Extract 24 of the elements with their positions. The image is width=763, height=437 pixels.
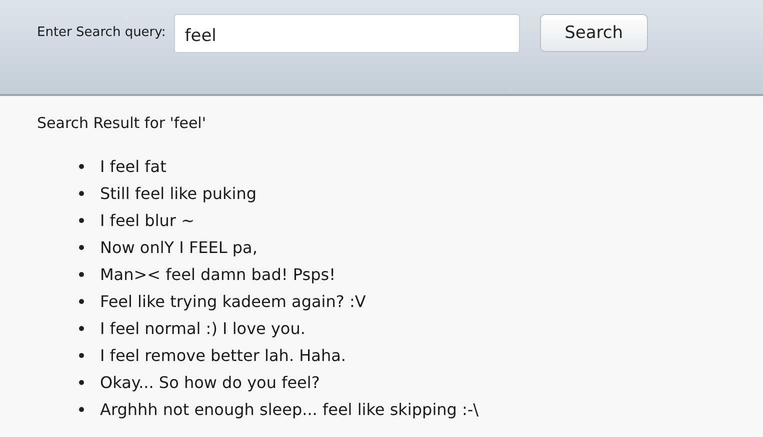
result-item: Now onlY I FEEL pa, [100, 238, 258, 257]
result-item: Okay... So how do you feel? [100, 373, 320, 392]
bullet-icon [79, 407, 84, 412]
bullet-icon [79, 326, 84, 331]
bullet-icon [79, 272, 84, 277]
results-heading: Search Result for 'feel' [37, 114, 207, 132]
bullet-icon [79, 245, 84, 250]
search-label: Enter Search query: [37, 25, 166, 40]
result-item: Still feel like puking [100, 184, 257, 203]
search-button[interactable]: Search [540, 14, 648, 52]
search-field[interactable]: feel [174, 14, 520, 53]
result-item: Arghhh not enough sleep... feel like skipping :-\ [100, 400, 479, 419]
result-item: I feel remove better lah. Haha. [100, 346, 346, 365]
result-item: I feel fat [100, 157, 166, 176]
result-item: Feel like trying kadeem again? :V [100, 292, 366, 311]
bullet-icon [79, 299, 84, 304]
bullet-icon [79, 164, 84, 169]
result-item: I feel blur ~ [100, 211, 194, 230]
result-item: Man>< feel damn bad! Psps! [100, 265, 336, 284]
bullet-icon [79, 380, 84, 385]
bullet-icon [79, 218, 84, 223]
bullet-icon [79, 353, 84, 358]
bullet-icon [79, 191, 84, 196]
result-item: I feel normal :) I love you. [100, 319, 306, 338]
